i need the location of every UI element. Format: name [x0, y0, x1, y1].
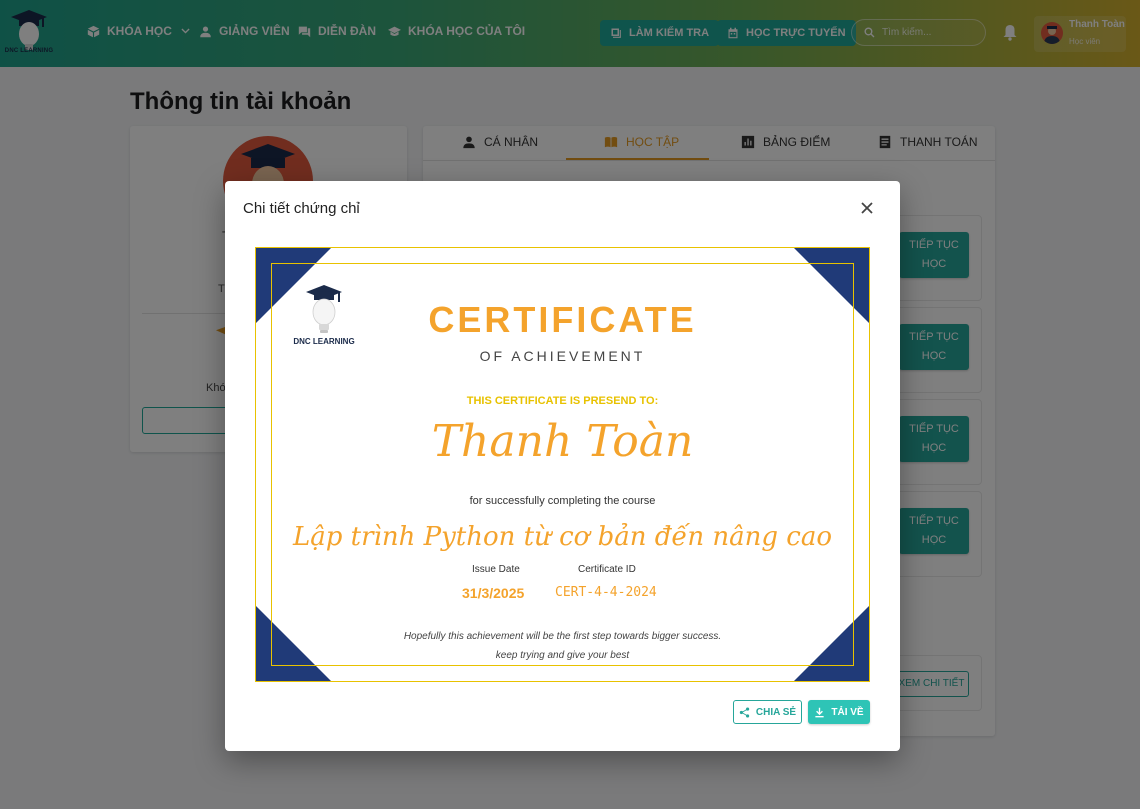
certificate-heading: CERTIFICATE [428, 299, 697, 340]
certificate-modal: Chi tiết chứng chỉ DNC LEARNING CERTIFIC… [225, 181, 900, 751]
download-button[interactable]: TẢI VỀ [808, 700, 870, 724]
issue-date-value: 31/3/2025 [462, 585, 525, 601]
certificate-course-name: Lập trình Python từ cơ bản đến nâng cao [292, 522, 833, 552]
share-icon [739, 706, 750, 718]
close-icon[interactable] [858, 199, 876, 217]
share-button[interactable]: CHIA SẺ [733, 700, 802, 724]
certificate-completing-text: for successfully completing the course [469, 495, 656, 507]
download-icon [815, 707, 824, 717]
download-label: TẢI VỀ [831, 706, 864, 718]
certificate-presented-to: THIS CERTIFICATE IS PRESEND TO: [466, 395, 659, 407]
certificate-id-label: Certificate ID [578, 564, 636, 575]
certificate-quote-line: keep trying and give your best [495, 650, 630, 661]
certificate-quote-line: Hopefully this achievement will be the f… [403, 631, 722, 642]
certificate: DNC LEARNING CERTIFICATE OF ACHIEVEMENT … [255, 247, 870, 682]
certificate-id-value: CERT-4-4-2024 [555, 585, 657, 600]
modal-title: Chi tiết chứng chỉ [243, 200, 360, 217]
certificate-recipient-name: Thanh Toàn [431, 416, 694, 467]
issue-date-label: Issue Date [472, 564, 520, 575]
certificate-subheading: OF ACHIEVEMENT [479, 348, 646, 364]
share-label: CHIA SẺ [755, 706, 797, 718]
